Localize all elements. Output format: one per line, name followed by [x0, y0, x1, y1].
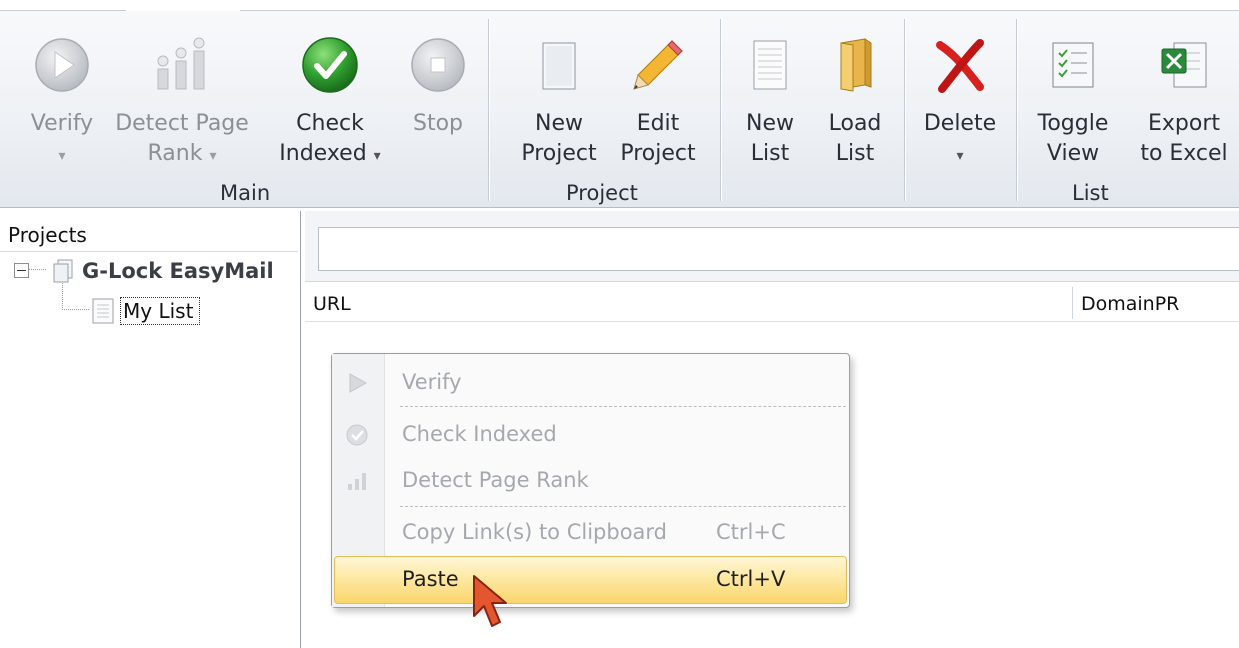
tree-list-item[interactable]: My List	[120, 297, 201, 325]
new-project-label-1: New	[535, 111, 583, 136]
menu-item-label: Detect Page Rank	[402, 468, 589, 492]
play-icon	[35, 38, 89, 92]
export-excel-label-2: to Excel	[1140, 141, 1228, 166]
group-separator	[1016, 19, 1017, 201]
column-divider[interactable]	[1072, 287, 1073, 319]
delete-button[interactable]: Delete ▾	[918, 25, 1002, 195]
projects-header-label: Projects	[8, 223, 87, 247]
toggle-view-label-2: View	[1046, 141, 1100, 166]
verify-button[interactable]: Verify ▾	[22, 25, 102, 195]
edit-project-label-2: Project	[620, 141, 696, 166]
menu-item-detect-page-rank[interactable]: Detect Page Rank	[332, 458, 849, 502]
grid-header: URL DomainPR	[305, 283, 1239, 322]
page-rank-icon	[157, 37, 205, 90]
menu-item-paste[interactable]: Paste Ctrl+V	[332, 556, 849, 604]
menu-item-label: Check Indexed	[402, 422, 557, 446]
list-document-icon	[92, 298, 114, 324]
pencil-icon	[633, 40, 683, 90]
menu-item-verify[interactable]: Verify	[332, 360, 849, 404]
stop-icon	[411, 38, 465, 92]
new-project-icon	[542, 42, 576, 90]
excel-icon	[1161, 42, 1207, 88]
new-list-icon	[753, 40, 787, 90]
folder-icon	[840, 38, 872, 92]
projects-header: Projects	[0, 211, 298, 252]
menu-separator	[400, 406, 846, 407]
check-icon	[302, 37, 358, 93]
menu-item-label: Verify	[402, 370, 462, 394]
toggle-view-icon	[1052, 42, 1094, 88]
chevron-down-icon: ▾	[373, 148, 381, 164]
group-separator	[904, 19, 905, 201]
projects-panel: Projects G-Lock EasyMail My List	[0, 211, 301, 648]
check-indexed-label-2: Indexed	[279, 141, 367, 166]
stop-label: Stop	[412, 111, 463, 136]
edit-project-label-1: Edit	[636, 111, 680, 136]
export-excel-button[interactable]: Export to Excel	[1134, 25, 1234, 195]
detect-page-rank-button[interactable]: Detect Page Rank ▾	[112, 25, 252, 195]
new-project-label-2: Project	[521, 141, 597, 166]
new-list-label-2: List	[750, 141, 790, 166]
tree-project-item[interactable]: G-Lock EasyMail	[82, 259, 274, 283]
check-indexed-label-1: Check	[296, 111, 364, 136]
chevron-down-icon: ▾	[956, 148, 964, 164]
verify-label: Verify	[30, 111, 94, 136]
group-label-project: Project	[566, 181, 638, 205]
mouse-cursor-icon	[473, 575, 507, 627]
load-list-label-1: Load	[828, 111, 882, 136]
menu-item-check-indexed[interactable]: Check Indexed	[332, 412, 849, 456]
menu-item-copy-links[interactable]: Copy Link(s) to Clipboard Ctrl+C	[332, 510, 849, 554]
tree-connector	[28, 269, 46, 270]
edit-project-button[interactable]: Edit Project	[612, 25, 704, 195]
group-label-list: List	[1072, 181, 1109, 205]
export-excel-label-1: Export	[1147, 111, 1220, 136]
menu-item-label: Copy Link(s) to Clipboard	[402, 520, 668, 544]
collapse-toggle[interactable]	[14, 263, 29, 278]
group-label-main: Main	[220, 181, 271, 205]
filter-bar	[305, 211, 1239, 282]
tree-connector	[62, 283, 89, 310]
chevron-down-icon: ▾	[209, 148, 217, 164]
menu-separator	[400, 506, 846, 507]
project-icon	[53, 259, 73, 283]
column-header-domainpr[interactable]: DomainPR	[1081, 293, 1179, 315]
toggle-view-label-1: Toggle	[1037, 111, 1109, 136]
delete-label: Delete	[923, 111, 997, 136]
check-icon	[346, 424, 368, 446]
menu-item-label: Paste	[402, 567, 459, 591]
ribbon: Verify ▾ Detect Page Rank ▾ Check Indexe…	[0, 11, 1239, 208]
delete-x-icon	[936, 39, 984, 93]
check-indexed-button[interactable]: Check Indexed ▾	[272, 25, 388, 195]
context-menu: Verify Check Indexed Detect Page Rank Co…	[331, 353, 850, 608]
load-list-button[interactable]: Load List	[818, 25, 892, 195]
column-header-url[interactable]: URL	[313, 293, 351, 315]
chevron-down-icon: ▾	[58, 148, 66, 164]
new-list-label-1: New	[746, 111, 794, 136]
menu-item-shortcut: Ctrl+V	[716, 567, 786, 591]
group-separator	[488, 19, 489, 201]
toggle-view-button[interactable]: Toggle View	[1030, 25, 1116, 195]
new-list-button[interactable]: New List	[732, 25, 808, 195]
load-list-label-2: List	[835, 141, 875, 166]
detect-page-rank-label-1: Detect Page	[115, 111, 249, 136]
menu-item-shortcut: Ctrl+C	[716, 520, 786, 544]
detect-page-rank-label-2: Rank	[147, 141, 203, 166]
filter-input[interactable]	[318, 227, 1239, 271]
play-icon	[349, 373, 368, 393]
new-project-button[interactable]: New Project	[514, 25, 604, 195]
group-separator	[720, 19, 721, 201]
page-rank-icon	[348, 473, 366, 490]
stop-button[interactable]: Stop	[398, 25, 478, 195]
